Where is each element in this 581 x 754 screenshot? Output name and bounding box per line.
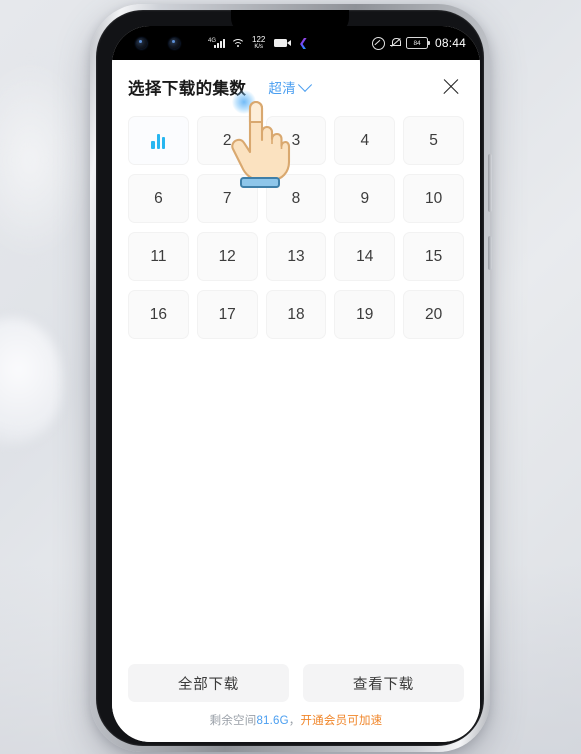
episode-number-label: 11 [150, 247, 167, 265]
episode-cell-12[interactable]: 12 [196, 232, 258, 281]
page-title: 选择下载的集数 [128, 80, 247, 98]
view-downloads-button[interactable]: 查看下载 [303, 664, 464, 702]
front-camera-punch-hole-left [136, 37, 147, 49]
episode-cell-15[interactable]: 15 [403, 232, 464, 281]
episode-cell-16[interactable]: 16 [128, 290, 189, 339]
mute-bell-icon [390, 37, 401, 49]
episode-cell-7[interactable]: 7 [196, 174, 258, 223]
vip-promo-link[interactable]: 开通会员可加速 [300, 715, 382, 727]
episode-number-label: 17 [218, 305, 236, 323]
episode-number-label: 16 [149, 305, 168, 323]
episode-number-label: 12 [218, 247, 236, 265]
phone-device-frame: 4G 122 K/s ❮ 84 08:44 选择下载的集数 超清 2 3 4 5… [90, 4, 492, 752]
episode-number-label: 19 [356, 305, 374, 323]
background-blur-object [0, 318, 62, 446]
episode-cell-18[interactable]: 18 [265, 290, 327, 339]
scene-background: 4G 122 K/s ❮ 84 08:44 选择下载的集数 超清 2 3 4 5… [0, 0, 581, 754]
wifi-icon [231, 38, 245, 48]
do-not-disturb-icon [371, 36, 385, 50]
episode-cell-20[interactable]: 20 [403, 290, 464, 339]
episode-number-label: 14 [356, 247, 374, 265]
storage-prefix-label: 剩余空间 [209, 715, 257, 727]
background-blur-highlight [0, 60, 90, 260]
episode-cell-5[interactable]: 5 [403, 116, 464, 165]
signal-bars-icon: 4G [208, 38, 225, 48]
episode-cell-11[interactable]: 11 [128, 232, 189, 281]
episode-cell-2[interactable]: 2 [196, 116, 258, 165]
camera-notch [231, 10, 349, 34]
sheet-header: 选择下载的集数 超清 [112, 60, 480, 112]
episode-number-label: 9 [360, 189, 370, 207]
quality-selector[interactable]: 超清 [268, 77, 312, 97]
network-speed-unit: K/s [254, 44, 264, 50]
episode-cell-19[interactable]: 19 [334, 290, 396, 339]
chevron-down-icon [297, 77, 312, 92]
phone-bezel: 4G 122 K/s ❮ 84 08:44 选择下载的集数 超清 2 3 4 5… [96, 10, 484, 746]
volume-button[interactable] [488, 154, 492, 212]
episode-cell-3[interactable]: 3 [265, 116, 327, 165]
network-speed-value: 122 [252, 35, 266, 44]
status-bar-right-group: 84 08:44 [371, 36, 466, 50]
episode-grid: 2 3 4 5 6 7 8 9 10 11 12 13 14 15 16 17 18 19 20 [112, 112, 480, 339]
phone-screen: 4G 122 K/s ❮ 84 08:44 选择下载的集数 超清 2 3 4 5… [112, 26, 480, 742]
episode-number-label: 2 [222, 131, 232, 149]
episode-number-label: 15 [424, 247, 443, 265]
episode-number-label: 18 [287, 305, 305, 323]
episode-number-label: 7 [222, 189, 232, 207]
episode-cell-8[interactable]: 8 [265, 174, 327, 223]
status-bar-clock: 08:44 [434, 36, 466, 50]
episode-cell-13[interactable]: 13 [265, 232, 327, 281]
episode-cell-9[interactable]: 9 [334, 174, 396, 223]
download-sheet: 选择下载的集数 超清 2 3 4 5 6 7 8 9 10 11 12 13 14 15 16 17 18 19 2… [112, 60, 480, 742]
episode-number-label: 13 [287, 247, 305, 265]
footer-action-bar: 全部下载 查看下载 [112, 664, 480, 712]
episode-number-label: 5 [429, 131, 438, 149]
episode-cell-1[interactable] [128, 116, 189, 165]
battery-level-label: 84 [413, 39, 421, 47]
status-bar-left-group: 4G 122 K/s ❮ [208, 35, 309, 51]
quality-selector-label: 超清 [268, 81, 296, 96]
episode-cell-10[interactable]: 10 [403, 174, 464, 223]
front-camera-punch-hole-right [169, 37, 180, 49]
storage-note: 剩余空间81.6G，开通会员可加速 [112, 712, 480, 742]
episode-cell-17[interactable]: 17 [196, 290, 258, 339]
equalizer-playing-icon [151, 133, 166, 149]
storage-suffix-label: ， [288, 715, 301, 727]
episode-number-label: 20 [424, 305, 443, 323]
episode-number-label: 6 [154, 189, 163, 207]
battery-icon: 84 [405, 37, 430, 49]
network-type-label: 4G [208, 37, 217, 44]
episode-number-label: 3 [291, 131, 301, 149]
episode-number-label: 8 [291, 189, 301, 207]
screen-record-icon [274, 39, 292, 47]
episode-number-label: 10 [424, 189, 443, 207]
episode-number-label: 4 [360, 131, 370, 149]
episode-cell-4[interactable]: 4 [334, 116, 396, 165]
download-all-button[interactable]: 全部下载 [128, 664, 289, 702]
storage-value-label: 81.6G [256, 715, 289, 727]
app-badge-icon: ❮ [298, 36, 309, 50]
episode-cell-14[interactable]: 14 [334, 232, 396, 281]
network-speed-indicator: 122 K/s [252, 35, 266, 51]
episode-cell-6[interactable]: 6 [128, 174, 189, 223]
close-icon[interactable] [438, 74, 464, 100]
power-button[interactable] [488, 236, 492, 270]
